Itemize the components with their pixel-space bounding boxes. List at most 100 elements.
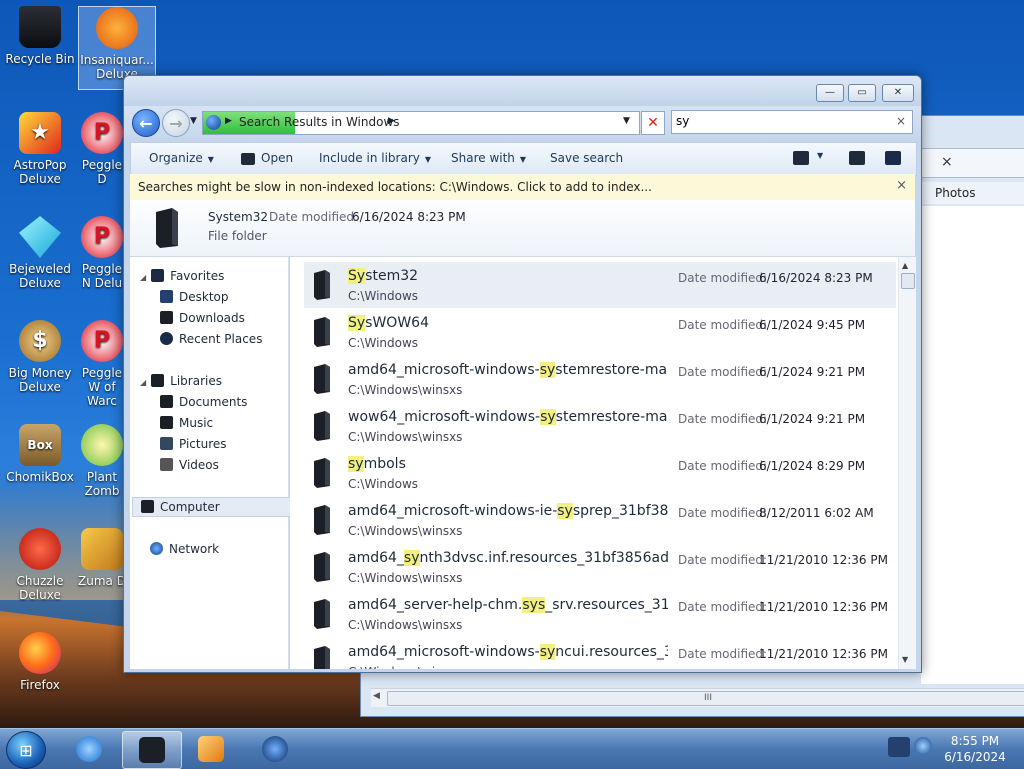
folder-icon: [314, 317, 330, 347]
scrollbar-thumb[interactable]: [901, 273, 915, 289]
recent-pages-dropdown-icon[interactable]: ▼: [190, 116, 197, 126]
index-warning-bar[interactable]: Searches might be slow in non-indexed lo…: [130, 174, 915, 201]
help-icon[interactable]: [885, 151, 901, 165]
desktop-icon-big-money[interactable]: $ Big Money Deluxe: [2, 320, 78, 394]
desktop-icon-astropop[interactable]: ★ AstroPop Deluxe: [2, 112, 78, 186]
taskbar: ⊞ 8:55 PM 6/16/2024: [0, 728, 1024, 769]
background-photos-label[interactable]: Photos: [921, 182, 1024, 204]
preview-pane-icon[interactable]: [849, 151, 865, 165]
desktop-icon-firefox[interactable]: Firefox: [2, 632, 78, 692]
nav-documents[interactable]: Documents: [160, 393, 308, 411]
result-date-value: 6/1/2024 9:45 PM: [759, 318, 866, 332]
nav-recent-places[interactable]: Recent Places: [160, 330, 308, 348]
desktop-icon-chomikbox[interactable]: Box ChomikBox: [2, 424, 78, 484]
result-name: amd64_microsoft-windows-syncui.resources…: [348, 644, 668, 660]
scroll-left-icon[interactable]: ◀: [373, 691, 380, 701]
result-name-prefix: wow64_microsoft-windows-: [348, 409, 541, 425]
save-search-button[interactable]: Save search: [550, 151, 623, 165]
maximize-button[interactable]: ▭: [848, 84, 876, 102]
result-row[interactable]: amd64_server-help-chm.sys_srv.resources_…: [304, 591, 896, 637]
organize-button[interactable]: Organize ▼: [149, 151, 214, 165]
forward-button[interactable]: →: [162, 109, 190, 137]
taskbar-explorer[interactable]: [122, 731, 182, 769]
nav-pictures[interactable]: Pictures: [160, 435, 308, 453]
taskbar-media-player[interactable]: [182, 731, 240, 767]
desktop-icon-label: Chuzzle Deluxe: [16, 574, 64, 602]
navigation-pane: ◢ Favorites Desktop Downloads Recent Plac…: [130, 257, 292, 669]
desktop-icon-label: Big Money Deluxe: [8, 366, 72, 394]
result-row[interactable]: amd64_microsoft-windows-ie-sysprep_31bf3…: [304, 497, 896, 543]
clear-search-icon[interactable]: ×: [896, 114, 906, 128]
window-titlebar[interactable]: — ▭ ✕: [124, 76, 921, 106]
search-input[interactable]: [676, 113, 886, 129]
result-name: wow64_microsoft-windows-systemrestore-ma…: [348, 409, 668, 425]
desktop-icon-peggle-nights[interactable]: P Peggle N Delu: [78, 216, 126, 290]
folder-icon: [314, 364, 330, 394]
result-row[interactable]: System32 C:\Windows Date modified: 6/16/202…: [304, 262, 896, 308]
result-row[interactable]: wow64_microsoft-windows-systemrestore-ma…: [304, 403, 896, 449]
taskbar-clock[interactable]: 8:55 PM 6/16/2024: [942, 733, 1008, 765]
nav-computer[interactable]: Computer: [132, 497, 292, 517]
result-name-suffix: _srv.resources_31bf...: [545, 597, 668, 613]
background-tab[interactable]: [921, 148, 1024, 178]
nav-network[interactable]: Network: [150, 540, 298, 558]
recycle-bin-icon: [19, 6, 61, 48]
taskbar-internet-explorer[interactable]: [60, 731, 118, 767]
result-path: C:\Windows: [348, 477, 419, 491]
change-view-icon[interactable]: [793, 151, 809, 165]
result-row[interactable]: amd64_microsoft-windows-syncui.resources…: [304, 638, 896, 669]
open-button[interactable]: Open: [261, 151, 293, 165]
breadcrumb-search-results[interactable]: Search Results in Windows: [239, 115, 400, 129]
desktop-icon-peggle[interactable]: P Peggle D: [78, 112, 126, 186]
scrollbar-thumb[interactable]: III: [387, 691, 1024, 706]
result-name: amd64_microsoft-windows-systemrestore-ma…: [348, 362, 668, 378]
include-in-library-button[interactable]: Include in library ▼: [319, 151, 431, 165]
desktop-icon-bejeweled[interactable]: Bejeweled Deluxe: [2, 216, 78, 290]
search-box[interactable]: ×: [671, 110, 913, 134]
nav-videos[interactable]: Videos: [160, 456, 308, 474]
background-tab-close-icon[interactable]: ×: [941, 154, 953, 170]
view-dropdown-icon[interactable]: ▼: [817, 151, 823, 160]
background-horizontal-scrollbar[interactable]: ◀ III: [371, 688, 1024, 707]
minimize-button[interactable]: —: [816, 84, 844, 102]
result-name-prefix: amd64_: [348, 550, 404, 566]
result-row[interactable]: amd64_microsoft-windows-systemrestore-ma…: [304, 356, 896, 402]
desktop-icon-chuzzle[interactable]: Chuzzle Deluxe: [2, 528, 78, 602]
close-infobar-icon[interactable]: ×: [896, 178, 907, 193]
explorer-window[interactable]: — ▭ ✕ ← → ▼ ▶ Search Results in Windows …: [123, 75, 922, 673]
result-date-label: Date modified:: [678, 553, 768, 567]
taskbar-globe-app[interactable]: [246, 731, 304, 767]
tray-action-center-icon[interactable]: [888, 737, 910, 757]
address-dropdown-icon[interactable]: ▼: [623, 116, 630, 126]
share-with-button[interactable]: Share with ▼: [451, 151, 526, 165]
result-row[interactable]: SysWOW64 C:\Windows Date modified: 6/1/2024…: [304, 309, 896, 355]
scroll-down-icon[interactable]: ▼: [902, 655, 908, 664]
stop-search-button[interactable]: ✕: [641, 111, 665, 135]
nav-downloads[interactable]: Downloads: [160, 309, 308, 327]
desktop-icon-peggle-world[interactable]: P Peggle W of Warc: [78, 320, 126, 408]
close-button[interactable]: ✕: [882, 84, 914, 102]
nav-desktop[interactable]: Desktop: [160, 288, 308, 306]
nav-music[interactable]: Music: [160, 414, 308, 432]
address-bar[interactable]: ▶ Search Results in Windows ▶ ▼: [202, 111, 640, 135]
folder-icon: [314, 270, 330, 300]
nav-favorites[interactable]: ◢ Favorites: [140, 267, 288, 285]
tray-network-icon[interactable]: [914, 737, 932, 755]
result-row[interactable]: symbols C:\Windows Date modified: 6/1/2024 …: [304, 450, 896, 496]
diamond-icon: [19, 216, 61, 258]
result-name-prefix: amd64_microsoft-windows-: [348, 362, 540, 378]
start-button[interactable]: ⊞: [6, 731, 46, 769]
back-button[interactable]: ←: [132, 109, 160, 137]
results-vertical-scrollbar[interactable]: ▲ ▼: [898, 257, 916, 669]
result-name-prefix: amd64_server-help-chm.: [348, 597, 523, 613]
scroll-up-icon[interactable]: ▲: [902, 261, 908, 270]
command-bar: Organize ▼ Open Include in library ▼ Share…: [130, 142, 917, 176]
astropop-icon: ★: [19, 112, 61, 154]
desktop-icon-recycle-bin[interactable]: Recycle Bin: [2, 6, 78, 66]
nav-libraries[interactable]: ◢ Libraries: [140, 372, 288, 390]
chevron-right-icon[interactable]: ▶: [388, 116, 395, 126]
desktop-icon-plants-zombies[interactable]: Plant Zomb: [78, 424, 126, 498]
desktop-icon-zuma[interactable]: Zuma D: [78, 528, 126, 588]
chevron-right-icon[interactable]: ▶: [225, 116, 232, 126]
result-row[interactable]: amd64_synth3dvsc.inf.resources_31bf3856a…: [304, 544, 896, 590]
